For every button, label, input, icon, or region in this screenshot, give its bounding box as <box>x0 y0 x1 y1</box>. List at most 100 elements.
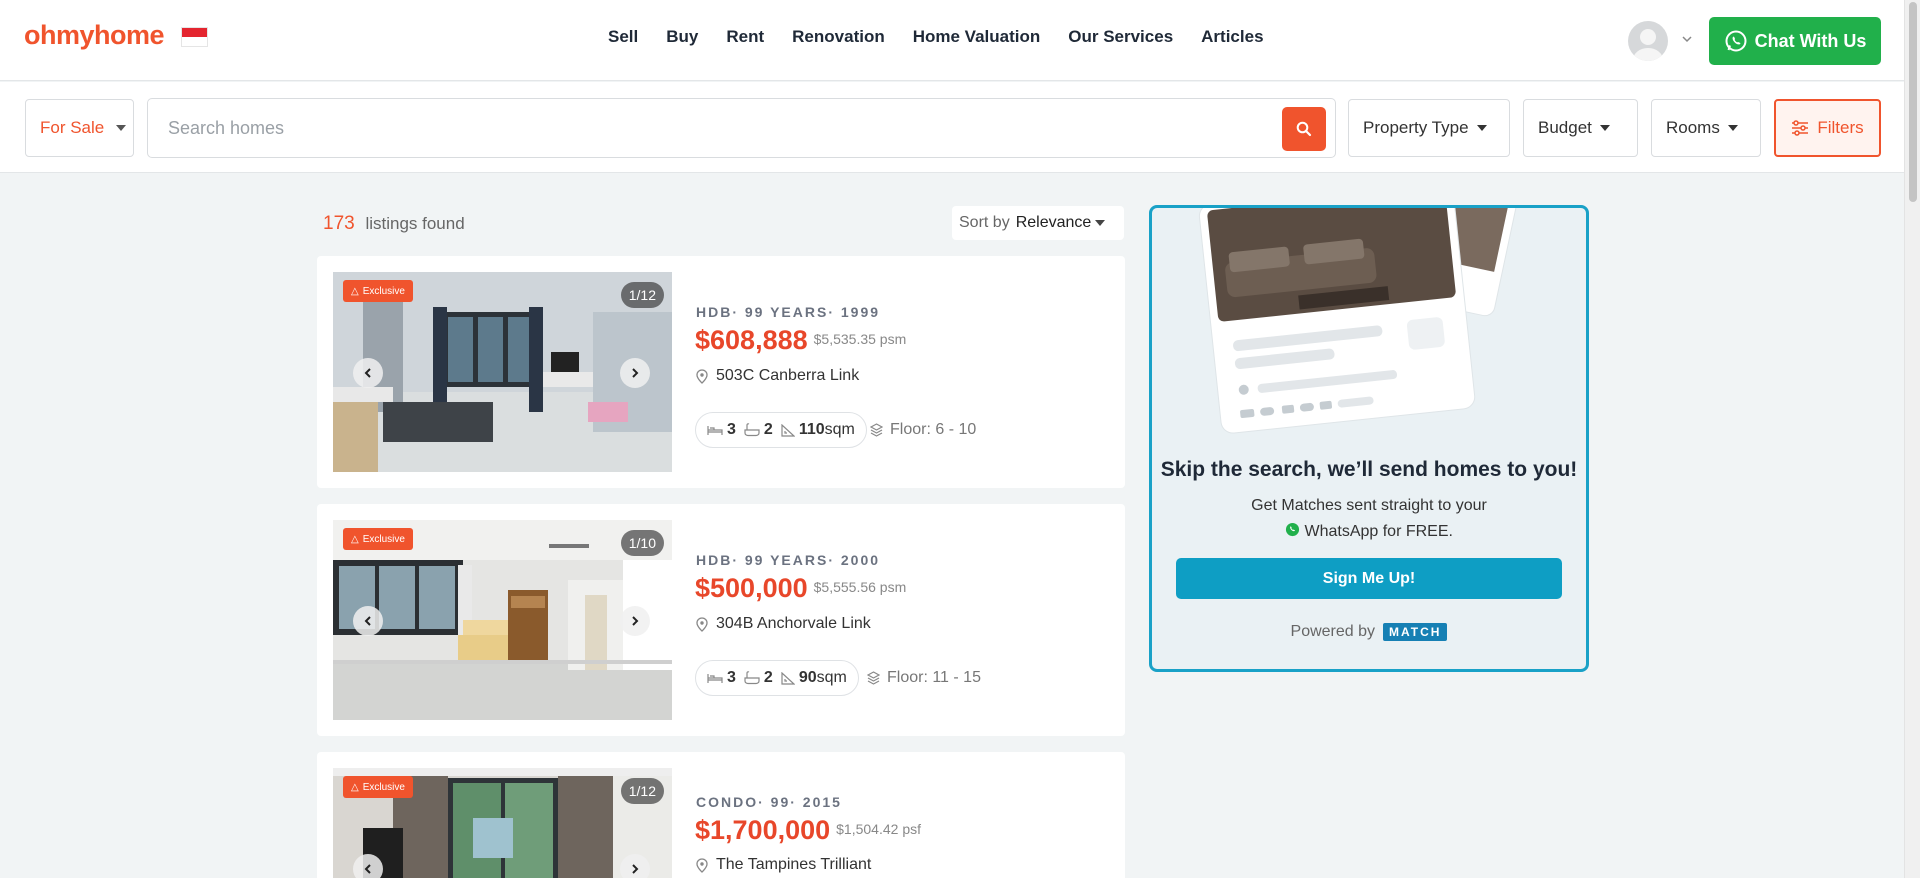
site-header: ohmyhome Sell Buy Rent Renovation Home V… <box>0 0 1904 81</box>
chevron-right-icon <box>632 368 639 378</box>
budget-dropdown[interactable]: Budget <box>1523 99 1638 157</box>
baths-count: 2 <box>763 669 773 686</box>
exclusive-badge: △ Exclusive <box>343 776 413 798</box>
singapore-flag-icon[interactable] <box>181 27 208 47</box>
listing-address[interactable]: The Tampines Trilliant <box>696 856 871 874</box>
next-photo-button[interactable] <box>620 854 650 878</box>
nav-home-valuation[interactable]: Home Valuation <box>913 27 1041 47</box>
sort-label: Sort by <box>959 214 1010 231</box>
exclusive-badge: △ Exclusive <box>343 528 413 550</box>
bath-icon <box>744 671 760 685</box>
lock-icon: △ <box>351 533 359 545</box>
chat-with-us-button[interactable]: Chat With Us <box>1709 17 1881 65</box>
listing-specs: 3 2 90sqm <box>695 660 859 696</box>
listing-price-per-area: $5,555.56 psm <box>813 579 907 595</box>
listing-card[interactable]: △ Exclusive 1/10 HDB· 99 YEARS· 2000 $50… <box>317 504 1125 736</box>
whatsapp-icon <box>1725 30 1747 52</box>
nav-our-services[interactable]: Our Services <box>1068 27 1173 47</box>
next-photo-button[interactable] <box>620 606 650 636</box>
area-icon <box>781 671 795 685</box>
budget-label: Budget <box>1538 118 1592 137</box>
promo-title: Skip the search, we’ll send homes to you… <box>1160 458 1578 481</box>
listing-price: $1,700,000 $1,504.42 psf <box>695 815 921 845</box>
listing-floor: Floor: 6 - 10 <box>870 421 976 439</box>
listing-photo[interactable]: △ Exclusive 1/12 <box>333 768 672 878</box>
listing-address[interactable]: 304B Anchorvale Link <box>696 615 871 633</box>
beds-count: 3 <box>727 669 736 686</box>
lock-icon: △ <box>351 285 359 297</box>
listings-count-number: 173 <box>323 213 355 234</box>
chevron-left-icon <box>364 616 371 626</box>
caret-down-icon <box>1599 125 1610 131</box>
search-box <box>147 98 1336 158</box>
listing-address[interactable]: 503C Canberra Link <box>696 367 859 385</box>
main-nav: Sell Buy Rent Renovation Home Valuation … <box>608 27 1292 47</box>
whatsapp-icon <box>1285 522 1300 537</box>
caret-down-icon <box>1727 125 1738 131</box>
scrollbar-thumb[interactable] <box>1909 2 1917 202</box>
sliders-icon <box>1792 120 1809 136</box>
beds-count: 3 <box>727 421 736 438</box>
sort-dropdown[interactable]: Sort by Relevance <box>952 206 1124 240</box>
listing-card[interactable]: △ Exclusive 1/12 CONDO· 99· 2015 $1,700,… <box>317 752 1125 878</box>
area-icon <box>781 423 795 437</box>
filters-button[interactable]: Filters <box>1774 99 1881 157</box>
search-button[interactable] <box>1282 107 1326 151</box>
listing-mode-dropdown[interactable]: For Sale <box>25 99 134 157</box>
search-bar: For Sale Property Type Budget Rooms Filt… <box>0 82 1904 173</box>
listing-photo[interactable]: △ Exclusive 1/10 <box>333 520 672 720</box>
chat-label: Chat With Us <box>1754 30 1867 51</box>
listing-floor: Floor: 11 - 15 <box>867 669 981 687</box>
nav-articles[interactable]: Articles <box>1201 27 1263 47</box>
property-type-dropdown[interactable]: Property Type <box>1348 99 1510 157</box>
listing-photo[interactable]: △ Exclusive 1/12 <box>333 272 672 472</box>
photo-counter: 1/10 <box>620 530 664 556</box>
listings-count-label: listings found <box>365 214 465 233</box>
caret-down-icon <box>116 125 127 131</box>
match-promo-card: Skip the search, we’ll send homes to you… <box>1149 205 1589 672</box>
property-type-label: Property Type <box>1363 118 1469 137</box>
photo-counter: 1/12 <box>620 282 664 308</box>
chevron-left-icon <box>364 368 371 378</box>
listing-price-per-area: $5,535.35 psm <box>813 331 907 347</box>
area-value: 110sqm <box>798 421 855 438</box>
sign-me-up-button[interactable]: Sign Me Up! <box>1176 558 1562 599</box>
caret-down-icon <box>1476 125 1487 131</box>
next-photo-button[interactable] <box>620 358 650 388</box>
powered-by: Powered by MATCH <box>1152 623 1586 641</box>
page-scrollbar[interactable] <box>1904 0 1920 878</box>
search-icon <box>1296 121 1312 137</box>
prev-photo-button[interactable] <box>353 854 383 878</box>
chevron-right-icon <box>632 616 639 626</box>
listings-count: 173 listings found <box>323 213 465 235</box>
bed-icon <box>707 674 723 683</box>
floor-icon <box>867 671 880 685</box>
bath-icon <box>744 423 760 437</box>
nav-buy[interactable]: Buy <box>666 27 698 47</box>
chevron-down-icon[interactable] <box>1680 32 1694 46</box>
nav-renovation[interactable]: Renovation <box>792 27 885 47</box>
listing-property-type: HDB· 99 YEARS· 1999 <box>696 304 881 320</box>
listing-price: $500,000 $5,555.56 psm <box>695 573 907 603</box>
area-value: 90sqm <box>798 669 847 686</box>
filters-label: Filters <box>1817 118 1864 137</box>
exclusive-badge: △ Exclusive <box>343 280 413 302</box>
nav-rent[interactable]: Rent <box>726 27 764 47</box>
sort-value: Relevance <box>1015 214 1092 231</box>
location-pin-icon <box>696 616 708 632</box>
listing-card[interactable]: △ Exclusive 1/12 HDB· 99 YEARS· 1999 $60… <box>317 256 1125 488</box>
ohmyhome-logo[interactable]: ohmyhome <box>24 20 165 51</box>
avatar[interactable] <box>1628 21 1668 61</box>
nav-sell[interactable]: Sell <box>608 27 638 47</box>
listing-property-type: HDB· 99 YEARS· 2000 <box>696 552 881 568</box>
search-input[interactable] <box>168 113 1218 143</box>
location-pin-icon <box>696 857 708 873</box>
bed-icon <box>707 426 723 435</box>
promo-subtitle: Get Matches sent straight to your WhatsA… <box>1251 497 1487 540</box>
lock-icon: △ <box>351 781 359 793</box>
prev-photo-button[interactable] <box>353 358 383 388</box>
match-logo[interactable]: MATCH <box>1383 623 1448 641</box>
listing-mode-label: For Sale <box>40 118 105 137</box>
prev-photo-button[interactable] <box>353 606 383 636</box>
rooms-dropdown[interactable]: Rooms <box>1651 99 1761 157</box>
